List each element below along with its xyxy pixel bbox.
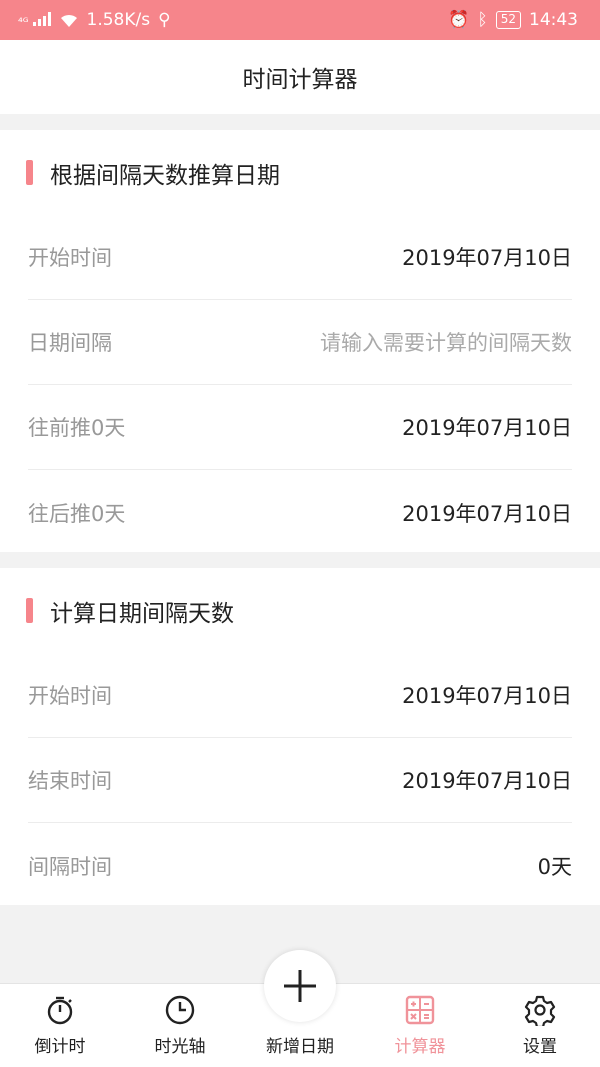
backward-date-row: 往前推0天 2019年07月10日 xyxy=(28,385,572,470)
start-date-row[interactable]: 开始时间 2019年07月10日 xyxy=(28,215,572,300)
tab-countdown[interactable]: 倒计时 xyxy=(0,984,120,1067)
interval-days-input[interactable]: 请输入需要计算的间隔天数 xyxy=(320,327,572,357)
status-time: 14:43 xyxy=(529,10,578,30)
page-title-text: 时间计算器 xyxy=(242,67,358,93)
signal-icon: ⁴ᴳ xyxy=(18,11,51,29)
calculator-icon xyxy=(405,995,435,1025)
diff-end-date-value[interactable]: 2019年07月10日 xyxy=(402,765,572,795)
row-label: 开始时间 xyxy=(28,684,112,708)
gear-icon xyxy=(524,995,556,1026)
interval-result-row: 间隔时间 0天 xyxy=(28,823,572,908)
status-left: ⁴ᴳ 1.58K/s ⚲ xyxy=(18,10,171,30)
tab-calculator[interactable]: 计算器 xyxy=(360,984,480,1067)
tab-timeline[interactable]: 时光轴 xyxy=(120,984,240,1067)
status-bar: ⁴ᴳ 1.58K/s ⚲ ⏰ ᛒ 52 14:43 xyxy=(0,0,600,40)
forward-date-row: 往后推0天 2019年07月10日 xyxy=(28,470,572,555)
row-label: 间隔时间 xyxy=(28,854,112,879)
section-header: 根据间隔天数推算日期 xyxy=(0,130,600,215)
network-speed: 1.58K/s xyxy=(86,10,151,30)
wifi-icon xyxy=(60,14,77,27)
bluetooth-icon: ᛒ xyxy=(477,10,488,30)
plus-icon xyxy=(284,970,316,1002)
interval-result-value: 0天 xyxy=(537,854,572,879)
tab-label: 倒计时 xyxy=(34,1037,86,1057)
diff-start-date-value[interactable]: 2019年07月10日 xyxy=(402,680,572,710)
row-label: 往后推0天 xyxy=(28,501,126,526)
battery-icon: 52 xyxy=(495,11,521,29)
diff-start-date-row[interactable]: 开始时间 2019年07月10日 xyxy=(28,653,572,738)
alarm-icon: ⏰ xyxy=(448,10,470,30)
tab-settings[interactable]: 设置 xyxy=(480,984,600,1067)
row-label: 往前推0天 xyxy=(28,416,126,440)
forward-date-value: 2019年07月10日 xyxy=(402,501,572,526)
tab-label: 新增日期 xyxy=(266,1037,334,1057)
stopwatch-icon xyxy=(47,996,73,1025)
section-header: 计算日期间隔天数 xyxy=(0,568,600,653)
clock-icon xyxy=(165,995,195,1025)
row-label: 结束时间 xyxy=(28,769,112,793)
add-date-button[interactable] xyxy=(264,950,336,1022)
section-title: 根据间隔天数推算日期 xyxy=(50,162,280,189)
diff-end-date-row[interactable]: 结束时间 2019年07月10日 xyxy=(28,738,572,823)
interval-days-row[interactable]: 日期间隔 请输入需要计算的间隔天数 xyxy=(28,300,572,385)
row-label: 开始时间 xyxy=(28,246,112,270)
date-diff-card: 计算日期间隔天数 开始时间 2019年07月10日 结束时间 2019年07月1… xyxy=(0,568,600,905)
row-label: 日期间隔 xyxy=(28,331,112,355)
section-title: 计算日期间隔天数 xyxy=(50,600,234,627)
status-right: ⏰ ᛒ 52 14:43 xyxy=(448,10,578,30)
tab-label: 时光轴 xyxy=(154,1037,206,1057)
start-date-value[interactable]: 2019年07月10日 xyxy=(402,242,572,272)
backward-date-value: 2019年07月10日 xyxy=(402,416,572,440)
section-accent-bar xyxy=(26,160,33,185)
interval-to-date-card: 根据间隔天数推算日期 开始时间 2019年07月10日 日期间隔 请输入需要计算… xyxy=(0,130,600,552)
section-accent-bar xyxy=(26,598,33,623)
page-title: 时间计算器 xyxy=(0,40,600,114)
tab-label: 计算器 xyxy=(394,1037,446,1057)
usb-icon: ⚲ xyxy=(158,10,171,30)
tab-label: 设置 xyxy=(523,1037,557,1057)
